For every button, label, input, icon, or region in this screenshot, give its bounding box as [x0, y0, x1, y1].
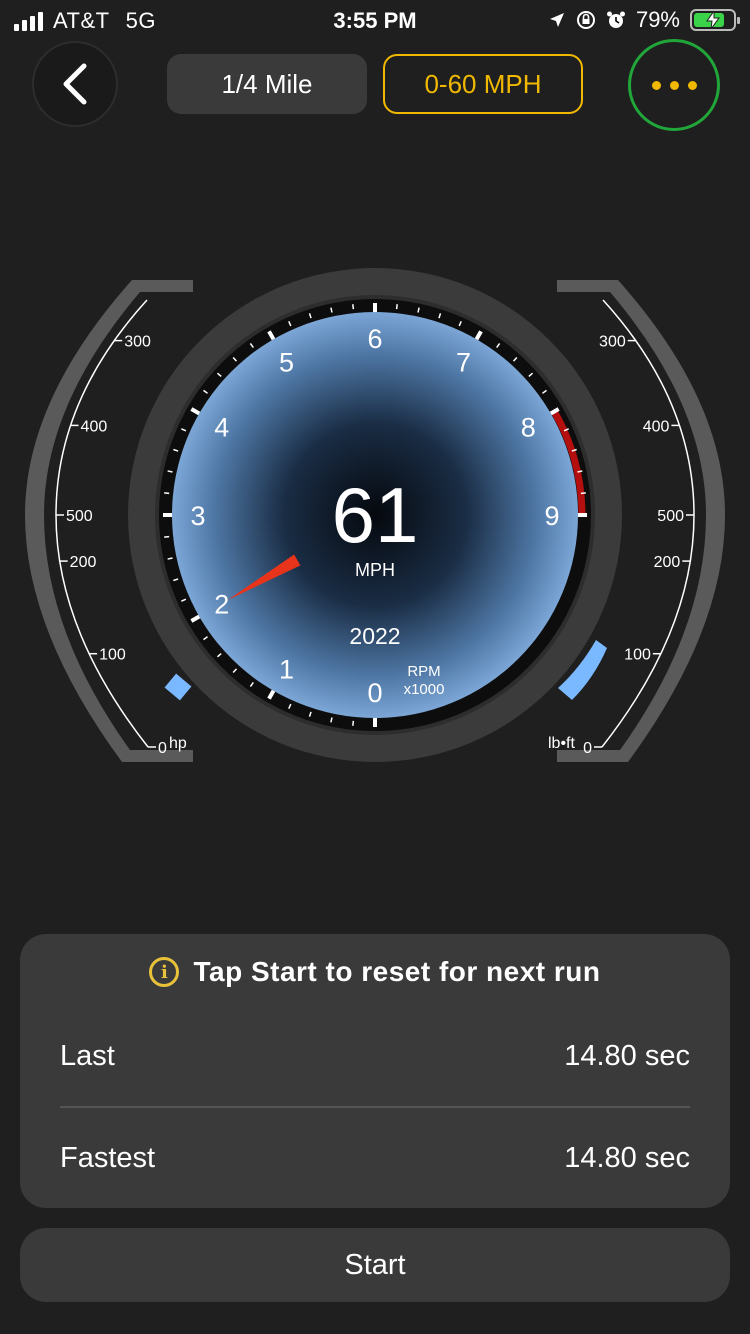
fastest-result-row: Fastest 14.80 sec	[60, 1142, 690, 1175]
rpm-minor-tick	[577, 470, 583, 473]
divider	[60, 1106, 690, 1108]
start-button[interactable]: Start	[20, 1228, 730, 1302]
status-bar: AT&T 5G 3:55 PM 79%	[0, 0, 750, 40]
right-scale-label: 100	[624, 647, 651, 664]
back-button[interactable]	[32, 41, 118, 127]
rpm-minor-tick	[352, 720, 355, 726]
battery-icon	[690, 9, 740, 31]
fastest-label: Fastest	[60, 1142, 156, 1174]
info-icon: i	[149, 957, 180, 987]
left-scale-label: 200	[70, 554, 97, 571]
battery-cap	[737, 17, 740, 24]
speed-readout: 61	[332, 471, 419, 559]
rpm-label: RPM	[407, 663, 440, 680]
left-scale-label: 300	[124, 334, 151, 351]
right-scale-unit: lb•ft	[548, 735, 576, 752]
right-scale-label: 500	[657, 508, 684, 525]
rpm-tick-label: 9	[544, 501, 559, 531]
right-scale-label: 0	[583, 740, 592, 757]
rpm-tick-label: 4	[214, 413, 229, 443]
rpm-minor-tick	[164, 492, 170, 495]
last-result-row: Last 14.80 sec	[60, 1040, 690, 1073]
rpm-minor-tick	[417, 307, 420, 313]
rpm-minor-tick	[330, 717, 333, 723]
rpm-minor-tick	[167, 470, 173, 473]
right-scale-label: 300	[599, 334, 626, 351]
rpm-minor-tick	[580, 492, 586, 495]
battery-percent: 79%	[635, 7, 680, 32]
rpm-minor-tick	[395, 304, 398, 310]
left-scale-label: 500	[66, 508, 93, 525]
orientation-lock-icon	[576, 11, 595, 29]
fastest-value: 14.80 sec	[564, 1142, 690, 1174]
rpm-minor-tick	[352, 304, 355, 310]
left-scale-label: 100	[99, 647, 126, 664]
right-scale-label: 400	[643, 418, 670, 435]
rpm-minor-tick	[167, 557, 173, 560]
ellipsis-icon	[669, 80, 679, 90]
speed-unit: MPH	[355, 560, 395, 580]
rpm-tick-label: 3	[190, 501, 205, 531]
tab-quarter-mile[interactable]: 1/4 Mile	[167, 54, 367, 114]
speedometer-gauge: 0 100 200 300 400 500 0 100 200 300 400 500 hp lb•…	[25, 268, 725, 762]
results-card: i Tap Start to reset for next run Last 1…	[20, 934, 730, 1208]
year-label: 2022	[349, 623, 400, 649]
chevron-left-icon	[63, 63, 87, 105]
rpm-minor-tick	[330, 307, 333, 313]
right-scale-label: 200	[654, 554, 681, 571]
rpm-minor-tick	[164, 535, 170, 538]
info-text: Tap Start to reset for next run	[193, 956, 601, 987]
location-icon	[549, 13, 564, 27]
last-value: 14.80 sec	[564, 1040, 690, 1072]
charging-bolt-icon	[706, 11, 720, 29]
rpm-tick-label: 0	[367, 678, 382, 708]
rpm-tick-label: 1	[279, 654, 294, 684]
rpm-tick-label: 2	[214, 590, 229, 620]
rpm-tick-label: 8	[521, 413, 536, 443]
info-message: i Tap Start to reset for next run	[20, 952, 730, 992]
left-scale-unit: hp	[169, 735, 187, 752]
more-options-button[interactable]	[628, 39, 720, 131]
rpm-multiplier: x1000	[404, 681, 445, 698]
alarm-icon	[606, 11, 625, 28]
last-label: Last	[60, 1040, 115, 1072]
ellipsis-icon	[687, 80, 697, 90]
status-right: 79%	[548, 7, 740, 33]
left-scale-label: 0	[158, 740, 167, 757]
ellipsis-icon	[651, 80, 661, 90]
hp-level-bar	[164, 673, 192, 701]
left-scale-label: 400	[81, 418, 108, 435]
rpm-tick-label: 5	[279, 348, 294, 378]
tab-0-60-mph[interactable]: 0-60 MPH	[383, 54, 583, 114]
rpm-tick-label: 7	[456, 348, 471, 378]
rpm-tick-label: 6	[367, 324, 382, 354]
